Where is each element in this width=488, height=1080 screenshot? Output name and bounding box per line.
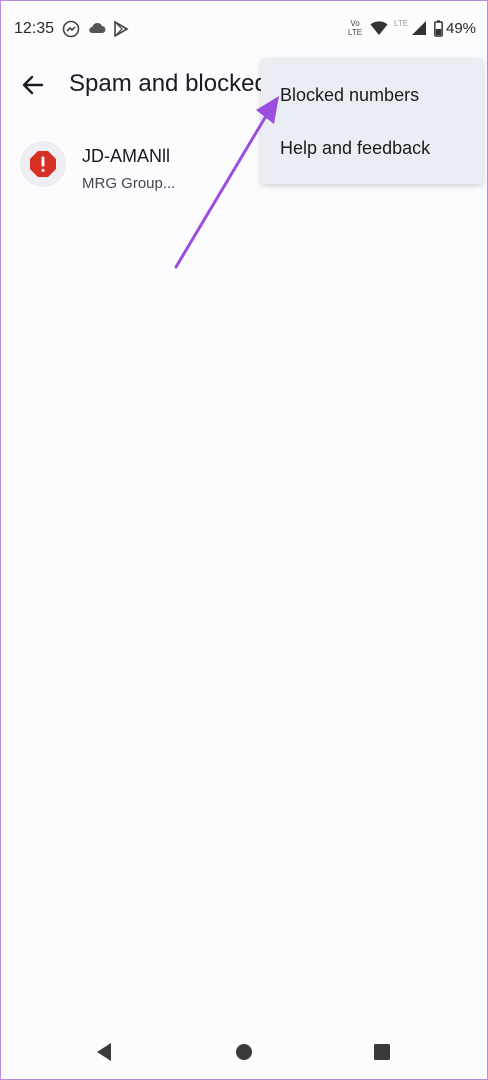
nav-home-icon[interactable] [235,1042,253,1067]
nav-recents-icon[interactable] [373,1042,391,1067]
nav-back-icon[interactable] [95,1042,113,1067]
annotation-arrow [174,96,279,269]
